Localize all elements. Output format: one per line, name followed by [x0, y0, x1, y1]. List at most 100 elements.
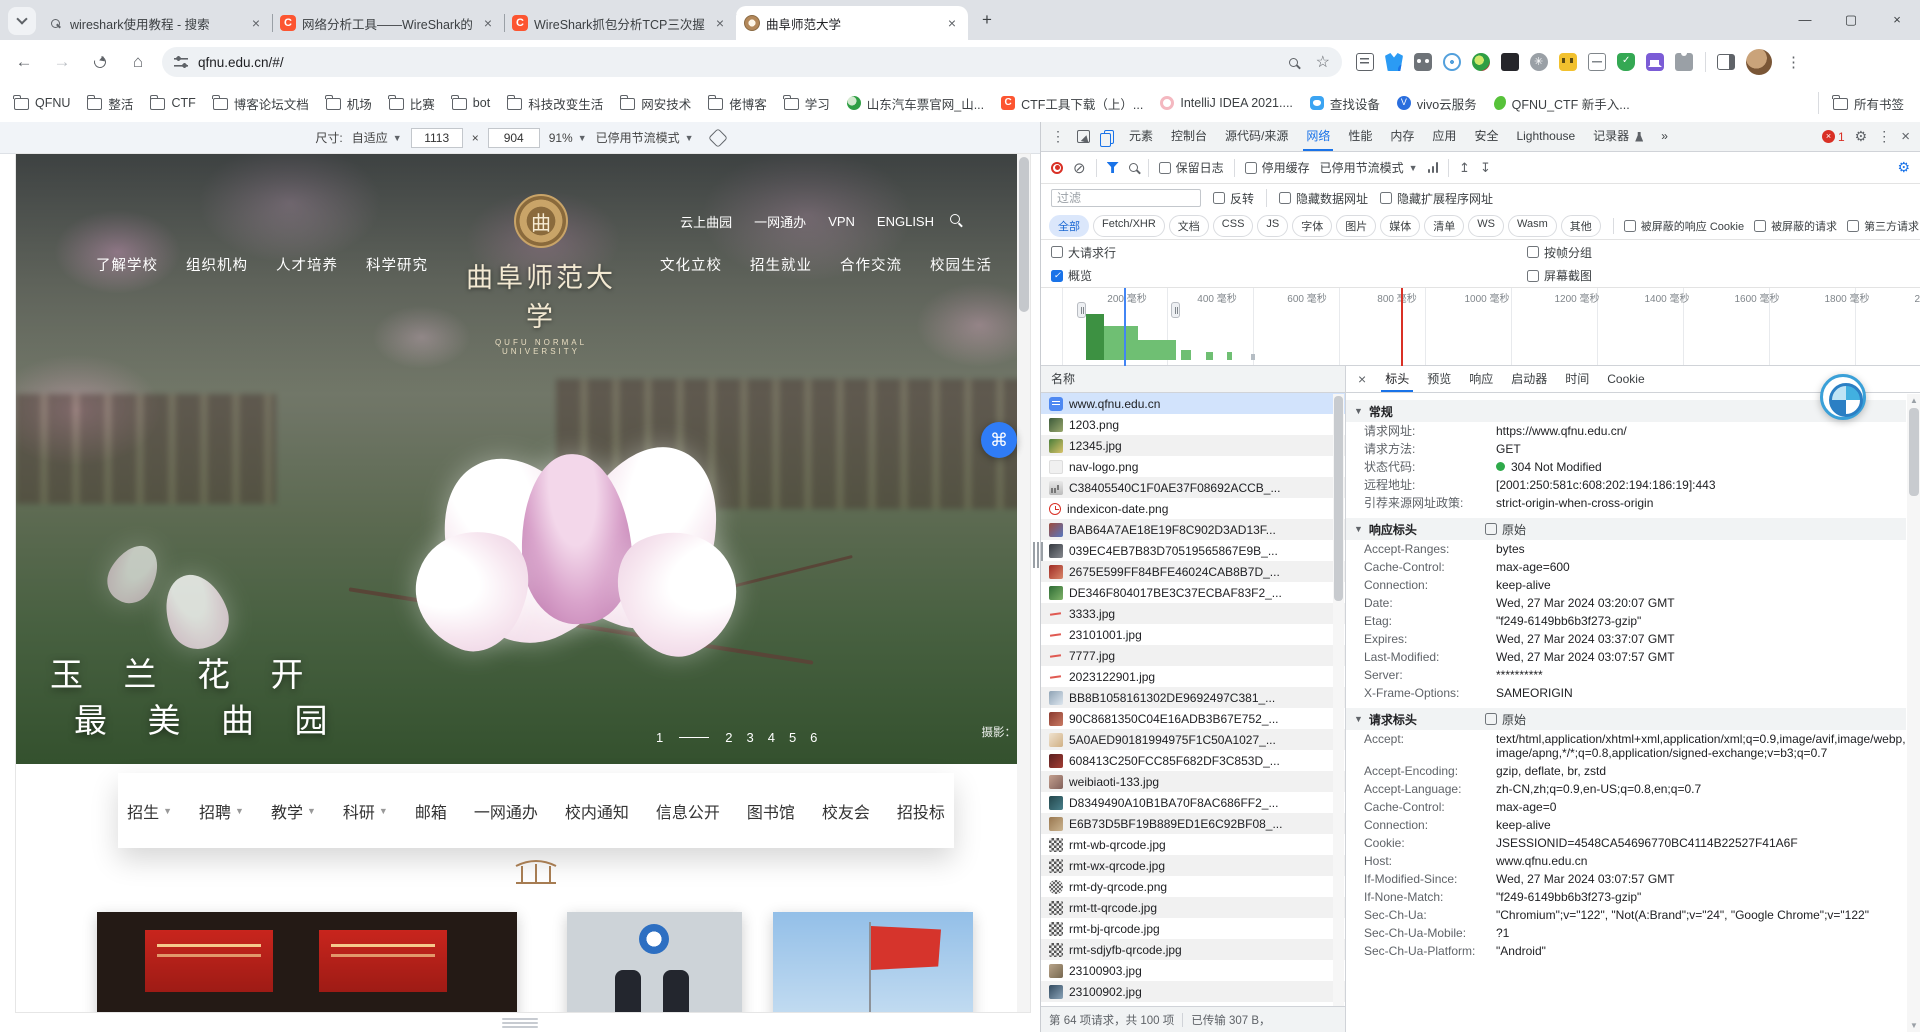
- hide-extension-urls-checkbox[interactable]: 隐藏扩展程序网址: [1380, 190, 1493, 207]
- request-row[interactable]: 5A0AED90181994975F1C50A1027_...: [1041, 729, 1345, 750]
- clear-network-log-icon[interactable]: ⊘: [1073, 159, 1086, 177]
- details-tab[interactable]: 预览: [1418, 366, 1460, 392]
- request-row[interactable]: 3333.jpg: [1041, 603, 1345, 624]
- size-select[interactable]: 自适应▼: [352, 129, 402, 146]
- request-row[interactable]: 23101001.jpg: [1041, 624, 1345, 645]
- bookmark-item[interactable]: CTF: [150, 96, 195, 110]
- record-network-log-icon[interactable]: [1051, 162, 1063, 174]
- scroll-down-arrow[interactable]: ▼: [1910, 1021, 1918, 1030]
- profile-avatar[interactable]: [1746, 49, 1772, 75]
- bookmark-item[interactable]: 查找设备: [1310, 94, 1380, 113]
- resource-type-chip[interactable]: CSS: [1213, 215, 1254, 237]
- big-request-rows-checkbox[interactable]: 大请求行: [1051, 244, 1116, 261]
- inspect-element-icon[interactable]: [1077, 130, 1090, 143]
- window-close-button[interactable]: ×: [1874, 0, 1920, 40]
- back-button[interactable]: ←: [10, 48, 38, 76]
- details-tab[interactable]: 启动器: [1502, 366, 1556, 392]
- resource-type-chip[interactable]: JS: [1257, 215, 1288, 237]
- resource-type-chip[interactable]: 字体: [1292, 215, 1332, 237]
- extension-icon[interactable]: [1414, 53, 1432, 71]
- bookmark-item[interactable]: bot: [452, 96, 490, 110]
- network-overview-timeline[interactable]: 200 毫秒400 毫秒600 毫秒800 毫秒1000 毫秒1200 毫秒14…: [1041, 288, 1920, 366]
- resource-type-chip[interactable]: 媒体: [1380, 215, 1420, 237]
- request-row[interactable]: BB8B1058161302DE9692497C381_...: [1041, 687, 1345, 708]
- quick-nav-item[interactable]: 信息公开▼: [656, 799, 720, 823]
- request-row[interactable]: 2675E599FF84BFE46024CAB8B7D_...: [1041, 561, 1345, 582]
- request-row[interactable]: 12345.jpg: [1041, 435, 1345, 456]
- section-header[interactable]: ▼ 响应标头 原始: [1346, 518, 1906, 540]
- viewport-resize-handle[interactable]: [502, 1018, 538, 1028]
- pager-item[interactable]: 2: [725, 730, 732, 745]
- request-row[interactable]: 23100902.jpg: [1041, 981, 1345, 1002]
- request-row[interactable]: BAB64A7AE18E19F8C902D3AD13F...: [1041, 519, 1345, 540]
- raw-headers-checkbox[interactable]: 原始: [1485, 711, 1526, 728]
- devtools-menu-icon[interactable]: ⋮: [1877, 128, 1891, 145]
- device-toolbar-toggle-icon[interactable]: [1104, 130, 1114, 144]
- nav-link[interactable]: 合作交流: [826, 254, 916, 275]
- request-row[interactable]: rmt-wx-qrcode.jpg: [1041, 855, 1345, 876]
- throttle-select[interactable]: 已停用节流模式▼: [596, 129, 694, 146]
- quick-nav-item[interactable]: 邮箱▼: [415, 799, 447, 823]
- filter-input[interactable]: [1051, 189, 1201, 207]
- window-maximize-button[interactable]: ▢: [1828, 0, 1874, 40]
- tab-close-icon[interactable]: ×: [712, 15, 728, 31]
- bookmark-item[interactable]: 山东汽车票官网_山...: [847, 94, 984, 113]
- bookmark-item[interactable]: 科技改变生活: [507, 94, 603, 113]
- search-icon[interactable]: [1289, 58, 1298, 67]
- request-row[interactable]: rmt-dy-qrcode.png: [1041, 876, 1345, 897]
- side-panel-icon[interactable]: [1717, 54, 1735, 70]
- resource-type-chip[interactable]: 文档: [1169, 215, 1209, 237]
- devtools-overflow-menu-icon[interactable]: ⋮: [1051, 128, 1065, 145]
- utility-link[interactable]: 一网通办: [754, 212, 806, 231]
- request-row[interactable]: 23100903.jpg: [1041, 960, 1345, 981]
- details-scrollbar[interactable]: ▲ ▼: [1907, 394, 1920, 1032]
- extension-icon[interactable]: [1675, 53, 1693, 71]
- page-scrollbar-thumb[interactable]: [1019, 157, 1029, 312]
- all-bookmarks-button[interactable]: 所有书签: [1818, 92, 1920, 114]
- request-row[interactable]: 039EC4EB7B83D70519565867E9B_...: [1041, 540, 1345, 561]
- quick-nav-item[interactable]: 图书馆▼: [747, 799, 795, 823]
- news-card-meeting[interactable]: [567, 912, 742, 1012]
- extension-icon[interactable]: [1530, 53, 1548, 71]
- details-close-icon[interactable]: ×: [1350, 371, 1374, 387]
- news-card-flag[interactable]: [773, 912, 973, 1012]
- utility-link[interactable]: VPN: [828, 214, 855, 229]
- browser-tab[interactable]: WireShark抓包分析TCP三次握 ×: [504, 6, 736, 40]
- news-card-conference[interactable]: [97, 912, 517, 1012]
- request-row[interactable]: C38405540C1F0AE37F08692ACCB_...: [1041, 477, 1345, 498]
- request-row[interactable]: rmt-tt-qrcode.jpg: [1041, 897, 1345, 918]
- nav-link[interactable]: 招生就业: [736, 254, 826, 275]
- resource-type-chip[interactable]: 图片: [1336, 215, 1376, 237]
- resource-type-chip[interactable]: Wasm: [1508, 215, 1557, 237]
- floating-widget-button[interactable]: ⌘: [981, 422, 1017, 458]
- request-list-scrollbar[interactable]: [1333, 394, 1344, 1006]
- request-row[interactable]: E6B73D5BF19B889ED1E6C92BF08_...: [1041, 813, 1345, 834]
- more-tabs-button[interactable]: »: [1652, 122, 1677, 151]
- request-row[interactable]: 1203.png: [1041, 414, 1345, 435]
- address-bar[interactable]: qfnu.edu.cn/#/ ☆: [162, 47, 1342, 77]
- extension-icon[interactable]: [1559, 53, 1577, 71]
- bookmark-item[interactable]: QFNU_CTF 新手入...: [1494, 94, 1630, 113]
- error-badge[interactable]: ×1: [1822, 130, 1845, 144]
- request-row[interactable]: 90C8681350C04E16ADB3B67E752_...: [1041, 708, 1345, 729]
- screenshots-checkbox[interactable]: 屏幕截图: [1527, 267, 1592, 284]
- extension-icon[interactable]: [1501, 53, 1519, 71]
- devtools-close-icon[interactable]: ×: [1901, 128, 1910, 145]
- request-row[interactable]: rmt-bj-qrcode.jpg: [1041, 918, 1345, 939]
- bookmark-item[interactable]: CTF工具下载（上）...: [1001, 94, 1143, 113]
- disable-cache-checkbox[interactable]: 停用缓存: [1245, 159, 1310, 176]
- browser-menu-icon[interactable]: ⋮: [1786, 53, 1801, 71]
- utility-link[interactable]: ENGLISH: [877, 214, 934, 229]
- request-list-scrollbar-thumb[interactable]: [1334, 396, 1343, 601]
- bookmark-item[interactable]: 机场: [326, 94, 372, 113]
- forward-button[interactable]: →: [48, 48, 76, 76]
- quick-nav-item[interactable]: 科研▼: [343, 799, 388, 823]
- resource-type-chip[interactable]: 清单: [1424, 215, 1464, 237]
- resource-type-chip[interactable]: 全部: [1049, 215, 1089, 237]
- invert-filter-checkbox[interactable]: 反转: [1213, 190, 1254, 207]
- extension-icon[interactable]: [1443, 53, 1461, 71]
- browser-tab[interactable]: 曲阜师范大学 ×: [736, 6, 968, 40]
- quick-nav-item[interactable]: 校友会▼: [822, 799, 870, 823]
- site-info-icon[interactable]: [174, 56, 188, 68]
- details-tab[interactable]: 标头: [1376, 366, 1418, 392]
